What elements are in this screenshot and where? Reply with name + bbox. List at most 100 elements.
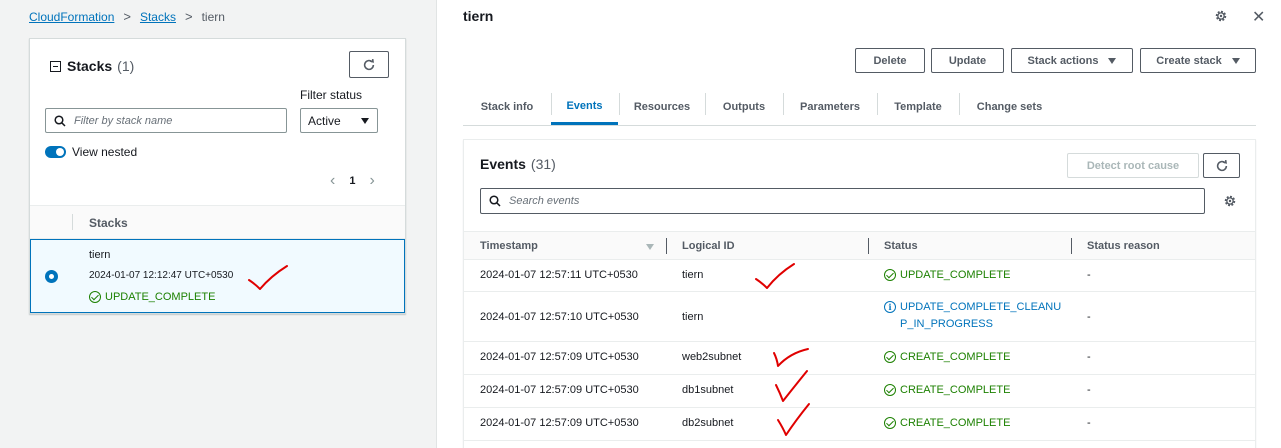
stack-title: tiern [463,8,494,24]
detect-root-cause-button[interactable]: Detect root cause [1067,153,1199,178]
event-logical-id: web2subnet [682,351,742,363]
column-divider [1071,238,1072,254]
breadcrumb-separator: > [184,9,193,24]
stack-detail-panel: tiern ✕ Delete Update Stack actions Crea… [437,0,1281,448]
event-timestamp: 2024-01-07 12:57:11 UTC+0530 [480,269,638,281]
event-logical-id: db1subnet [682,384,734,396]
refresh-icon [363,58,375,70]
stacks-container: Stacks (1) Filter status Filter by stack… [29,38,406,314]
event-status: CREATE_COMPLETE [884,415,1010,432]
table-settings-gear-icon[interactable] [1223,194,1237,208]
close-icon[interactable]: ✕ [1252,7,1265,27]
view-nested-toggle[interactable] [45,146,66,158]
event-logical-id: tiern [682,311,704,323]
column-header-status[interactable]: Status [884,240,918,252]
column-divider [868,238,869,254]
breadcrumb-cloudformation[interactable]: CloudFormation [29,10,114,24]
event-status-reason: - [1087,311,1091,323]
tab-stack-info[interactable]: Stack info [463,89,551,125]
tab-resources[interactable]: Resources [619,89,705,125]
event-status-reason: - [1087,269,1091,281]
events-header: Events (31) [480,156,556,172]
refresh-stacks-button[interactable] [349,51,389,78]
search-placeholder: Filter by stack name [74,114,173,127]
filter-status-select[interactable]: Active [300,108,378,133]
stacks-header: Stacks (1) [50,58,134,74]
column-header-logical-id[interactable]: Logical ID [682,240,735,252]
events-count: (31) [530,156,556,172]
search-icon [54,114,66,127]
events-title: Events [480,156,526,172]
refresh-events-button[interactable] [1203,153,1240,178]
stack-row[interactable]: tiern 2024-01-07 12:12:47 UTC+0530 UPDAT… [30,239,405,313]
stack-actions-button[interactable]: Stack actions [1011,48,1133,73]
success-icon [884,351,896,363]
stacks-title: Stacks [67,58,113,74]
create-stack-button[interactable]: Create stack [1140,48,1256,73]
column-header-timestamp[interactable]: Timestamp [480,240,538,252]
tab-change-sets[interactable]: Change sets [959,89,1060,125]
stack-name[interactable]: tiern [89,249,110,261]
view-nested-label: View nested [72,145,138,159]
breadcrumb-current: tiern [201,9,225,24]
next-page-icon[interactable]: › [369,172,374,190]
info-icon: i [884,301,896,313]
search-icon [489,195,501,207]
gear-icon[interactable] [1214,9,1228,23]
view-nested-row: View nested [45,145,137,159]
filter-status-label: Filter status [300,88,363,102]
event-timestamp: 2024-01-07 12:57:09 UTC+0530 [480,417,639,429]
event-status: CREATE_COMPLETE [884,349,1010,366]
column-header-status-reason[interactable]: Status reason [1087,240,1160,252]
delete-button[interactable]: Delete [855,48,925,73]
events-container: Events (31) Detect root cause Search eve… [463,139,1256,448]
event-row: 2024-01-07 12:57:09 UTC+0530 db2subnet C… [464,403,1255,441]
update-button[interactable]: Update [931,48,1004,73]
column-divider [666,238,667,254]
update-label: Update [948,54,987,67]
search-placeholder: Search events [509,195,580,207]
event-row: 2024-01-07 12:57:10 UTC+0530 tiern i UPD… [464,292,1255,342]
stacks-count: (1) [117,58,135,74]
tab-parameters[interactable]: Parameters [783,89,877,125]
handwritten-check-mark [755,263,795,289]
prev-page-icon[interactable]: ‹ [330,172,335,190]
stack-created-time: 2024-01-07 12:12:47 UTC+0530 [89,270,234,281]
stack-status: UPDATE_COMPLETE [89,291,215,303]
tab-template[interactable]: Template [877,89,959,125]
stacks-panel: CloudFormation > Stacks > tiern Stacks (… [0,0,437,448]
refresh-icon [1216,159,1227,171]
stacks-table-header: Stacks [30,205,405,239]
stack-search-input[interactable]: Filter by stack name [45,108,287,133]
caret-down-icon [361,118,369,124]
handwritten-check-mark [777,403,810,436]
success-icon [884,417,896,429]
event-timestamp: 2024-01-07 12:57:10 UTC+0530 [480,311,639,323]
event-timestamp: 2024-01-07 12:57:09 UTC+0530 [480,351,639,363]
stack-radio[interactable] [45,270,58,283]
caret-down-icon [1231,57,1240,64]
column-divider [72,214,73,230]
handwritten-check-mark [248,265,288,290]
event-timestamp: 2024-01-07 12:57:09 UTC+0530 [480,384,639,396]
event-status-reason: - [1087,417,1091,429]
tab-events[interactable]: Events [551,89,618,125]
create-stack-label: Create stack [1156,54,1222,67]
event-status: UPDATE_COMPLETE [884,267,1010,284]
collapse-icon[interactable] [50,60,61,72]
filter-status-value: Active [308,113,341,128]
stack-status-text: UPDATE_COMPLETE [105,291,216,303]
stacks-column-header: Stacks [89,216,128,230]
handwritten-check-mark [775,370,808,402]
events-search-input[interactable]: Search events [480,188,1205,214]
sort-descending-icon[interactable] [646,244,654,250]
delete-label: Delete [873,54,907,67]
event-row: 2024-01-07 12:57:09 UTC+0530 web2subnet … [464,342,1255,375]
breadcrumb-stacks[interactable]: Stacks [140,10,176,24]
tab-outputs[interactable]: Outputs [705,89,783,125]
event-status-reason: - [1087,384,1091,396]
success-icon [884,384,896,396]
event-logical-id: tiern [682,269,704,281]
breadcrumb-separator: > [123,9,131,24]
page-number[interactable]: 1 [349,175,355,187]
